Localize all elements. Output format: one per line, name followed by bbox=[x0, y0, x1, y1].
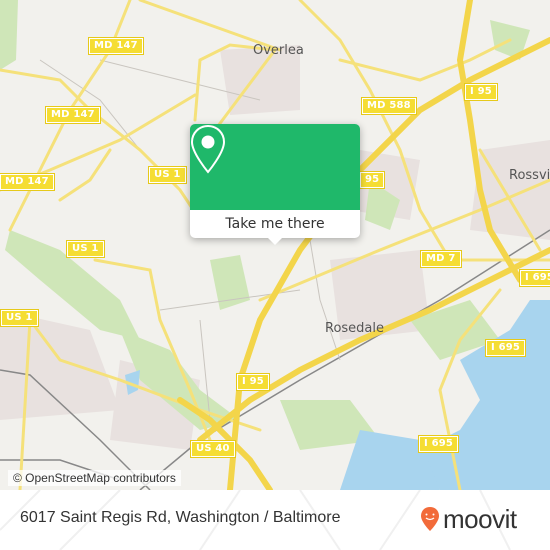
road-shield-i95: I 95 bbox=[464, 83, 498, 101]
take-me-there-button[interactable]: Take me there bbox=[190, 210, 360, 238]
road-shield-md147: MD 147 bbox=[45, 106, 101, 124]
road-shield-us1: US 1 bbox=[66, 240, 105, 258]
road-shield-i695: I 695 bbox=[518, 269, 550, 287]
popup-pointer bbox=[268, 238, 282, 245]
moovit-logo[interactable]: moovit bbox=[420, 504, 517, 534]
location-popup: Take me there bbox=[190, 124, 360, 245]
road-shield-md147: MD 147 bbox=[88, 37, 144, 55]
map-pin-icon bbox=[190, 124, 226, 174]
map-view[interactable]: Overlea Rosedale Rossvi MD 147 MD 147 MD… bbox=[0, 0, 550, 490]
road-shield-md588: MD 588 bbox=[361, 97, 417, 115]
place-label-overlea: Overlea bbox=[253, 43, 304, 58]
road-shield-md147: MD 147 bbox=[0, 173, 55, 191]
road-shield-md7: MD 7 bbox=[420, 250, 462, 268]
place-label-rossville: Rossvi bbox=[509, 168, 550, 183]
footer-bar: 6017 Saint Regis Rd, Washington / Baltim… bbox=[0, 490, 550, 550]
road-shield-i695: I 695 bbox=[484, 339, 527, 357]
road-shield-us40: US 40 bbox=[190, 440, 236, 458]
brand-name: moovit bbox=[443, 504, 517, 534]
road-shield-i95: I 95 bbox=[236, 373, 270, 391]
road-shield-i95: 95 bbox=[358, 171, 386, 189]
road-shield-us1: US 1 bbox=[0, 309, 39, 327]
popup-header bbox=[190, 124, 360, 210]
map-attribution[interactable]: © OpenStreetMap contributors bbox=[8, 470, 181, 486]
road-shield-us1: US 1 bbox=[148, 166, 187, 184]
road-shield-i695: I 695 bbox=[417, 435, 460, 453]
place-label-rosedale: Rosedale bbox=[325, 321, 385, 336]
moovit-pin-icon bbox=[421, 507, 439, 531]
address-text: 6017 Saint Regis Rd, Washington / Baltim… bbox=[20, 509, 341, 526]
